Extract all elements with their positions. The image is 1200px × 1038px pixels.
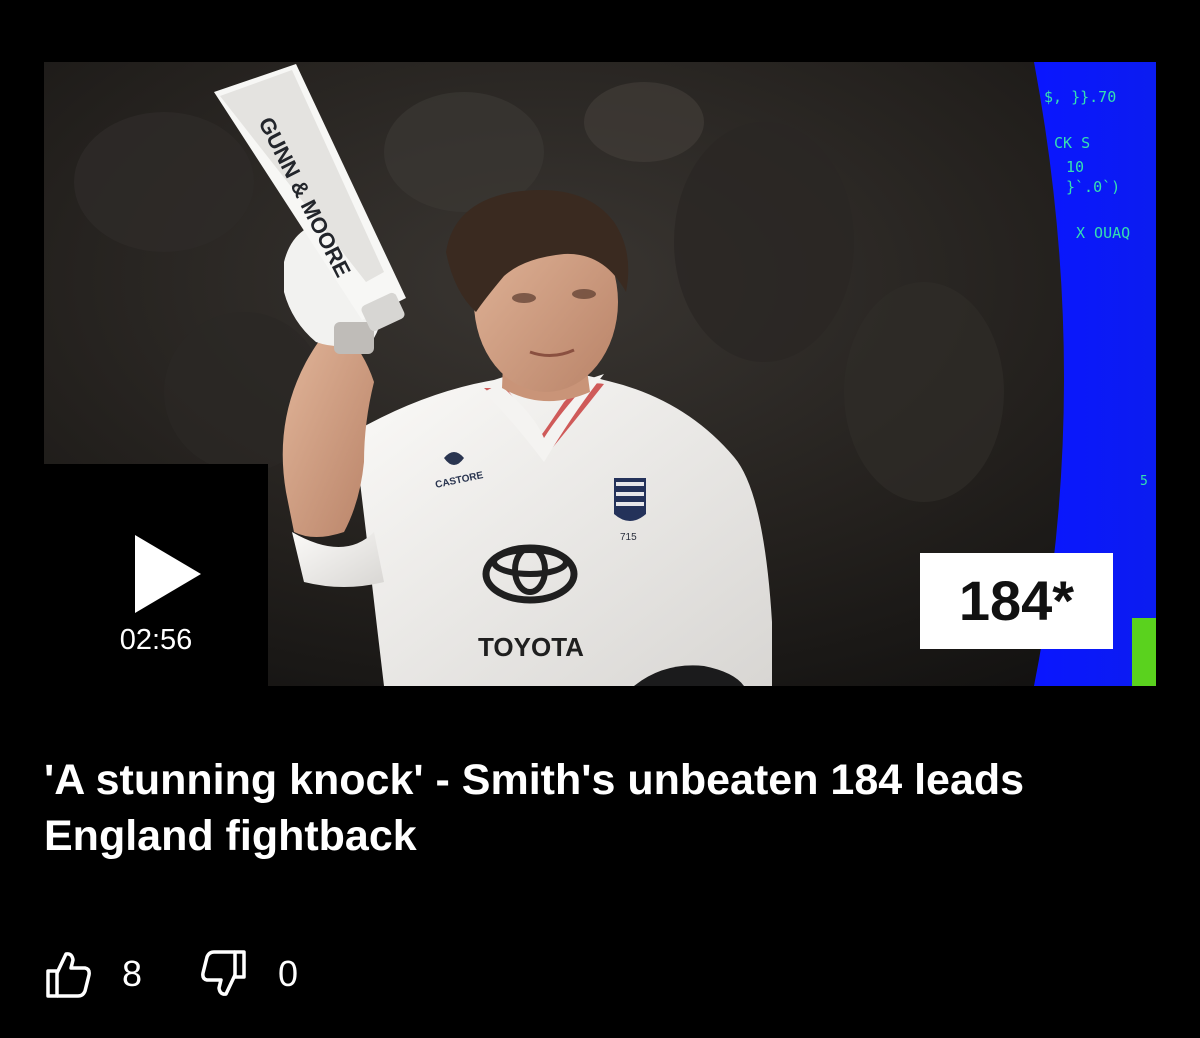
score-badge: 184*: [920, 553, 1113, 649]
thumbs-down-icon: [201, 950, 246, 996]
like-count: 8: [122, 953, 143, 994]
badge-number-text: 715: [620, 532, 637, 543]
like-button[interactable]: 8: [44, 949, 142, 999]
dislike-count: 0: [278, 953, 299, 994]
scoreboard-line: X OUAQ: [1076, 224, 1131, 242]
reaction-bar: 8 0: [44, 946, 356, 1002]
article-headline[interactable]: 'A stunning knock' - Smith's unbeaten 18…: [44, 752, 1164, 864]
scoreboard-line: 10: [1066, 158, 1085, 176]
scoreboard-line: CK S: [1054, 134, 1091, 152]
scoreboard-line: 5: [1140, 474, 1148, 489]
video-thumbnail[interactable]: GUNN & MOORE CASTORE 715 TOYOTA $,}}.70…: [44, 62, 1156, 686]
sponsor-text: TOYOTA: [478, 632, 584, 662]
dislike-button[interactable]: 0: [200, 949, 298, 999]
video-duration: 02:56: [119, 624, 193, 656]
thumbs-up-icon: [46, 952, 91, 998]
video-card: GUNN & MOORE CASTORE 715 TOYOTA $,}}.70…: [0, 0, 1200, 1038]
play-button[interactable]: 02:56: [44, 464, 268, 686]
scoreboard-line: }`.0`): [1066, 178, 1121, 196]
scoreboard-line: $, }}.70: [1044, 88, 1117, 106]
play-icon: [135, 535, 201, 613]
